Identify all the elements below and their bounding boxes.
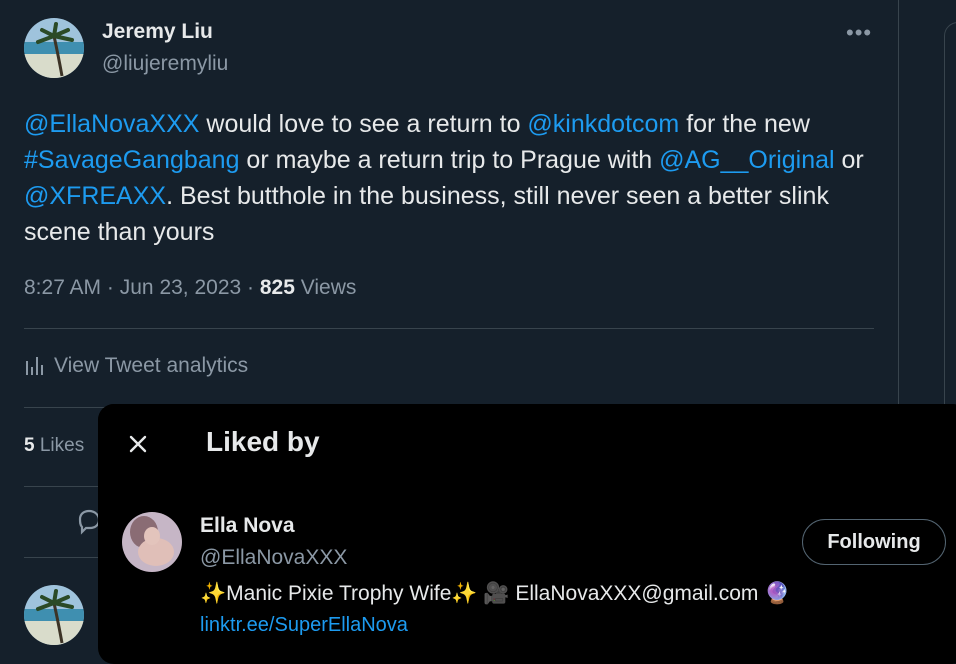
user-handle[interactable]: @EllaNovaXXX [200,546,347,570]
views-label: Views [300,276,357,299]
author-avatar[interactable] [24,18,84,78]
following-button[interactable]: Following [802,519,946,565]
meta-separator: · [106,276,114,299]
meta-separator: · [247,276,255,299]
user-bio: ✨Manic Pixie Trophy Wife✨ 🎥 EllaNovaXXX@… [200,582,791,605]
likes-count: 5 [24,435,35,456]
tweet-date[interactable]: Jun 23, 2023 [120,276,241,299]
author-handle[interactable]: @liujeremyliu [102,52,228,76]
tweet-meta: 8:27 AM · Jun 23, 2023 · 825 Views [24,276,356,300]
tweet-text-segment: would love to see a return to [199,110,528,138]
user-name[interactable]: Ella Nova [200,514,295,538]
close-icon[interactable] [120,426,156,462]
tweet-text-link[interactable]: @AG__Original [659,146,834,174]
tweet-text-segment: or maybe a return trip to Prague with [239,146,660,174]
analytics-icon [26,357,43,375]
modal-header: Liked by [98,404,956,492]
tweet-text: @EllaNovaXXX would love to see a return … [24,106,874,250]
modal-title: Liked by [206,426,320,457]
divider [24,328,874,329]
analytics-label: View Tweet analytics [54,354,249,377]
reply-author-avatar[interactable] [24,585,84,645]
liked-by-modal: Liked by Ella Nova @EllaNovaXXX Followin… [98,404,956,664]
tweet-text-segment: for the new [679,110,810,138]
tweet-text-link[interactable]: @XFREAXX [24,182,166,210]
tweet-text-link[interactable]: @kinkdotcom [527,110,679,138]
views-count: 825 [259,276,295,299]
tweet-text-link[interactable]: #SavageGangbang [24,146,239,174]
tweet-text-link[interactable]: @EllaNovaXXX [24,110,199,138]
user-link[interactable]: linktr.ee/SuperEllaNova [200,614,408,637]
tweet-text-segment: or [834,146,864,174]
more-horizontal-icon[interactable]: ••• [846,20,872,46]
sidebar-panel-edge [944,22,956,424]
user-avatar[interactable] [122,512,182,572]
author-name[interactable]: Jeremy Liu [102,20,213,44]
likes-stat[interactable]: 5 Likes [24,435,84,457]
tweet-time[interactable]: 8:27 AM [24,276,101,299]
likes-label: Likes [39,435,85,456]
view-analytics-link[interactable]: View Tweet analytics [24,354,248,378]
